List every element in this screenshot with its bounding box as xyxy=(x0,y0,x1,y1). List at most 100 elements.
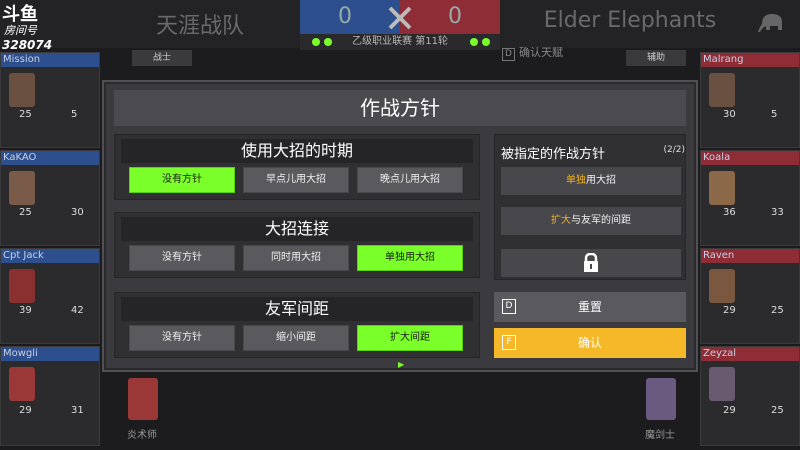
player-stat: 29 xyxy=(723,305,736,316)
player-sprite xyxy=(9,73,35,107)
left-column-header: 战士 xyxy=(132,50,192,66)
douyu-room-id: 328074 xyxy=(2,38,53,52)
player-name: Raven xyxy=(703,250,735,261)
left-team-name: 天涯战队 xyxy=(155,14,244,39)
ready-dot xyxy=(470,38,478,46)
player-stat: 25 xyxy=(771,405,784,416)
player-card[interactable]: Cpt Jack 39 42 xyxy=(0,248,100,344)
player-stat: 5 xyxy=(71,109,78,120)
right-team-name: Elder Elephants xyxy=(543,8,717,33)
ready-dot xyxy=(324,38,332,46)
player-card[interactable]: KaKAO 25 30 xyxy=(0,150,100,246)
group-title: 使用大招的时期 xyxy=(121,139,473,163)
player-stat: 31 xyxy=(71,405,84,416)
key-hint: D xyxy=(502,48,515,61)
assigned-slot[interactable]: 单独用大招 xyxy=(501,167,681,195)
dialog-title: 作战方针 xyxy=(114,90,686,126)
player-card[interactable]: Koala 36 33 xyxy=(700,150,800,246)
option-early-ult[interactable]: 早点儿用大招 xyxy=(243,167,349,193)
player-sprite xyxy=(709,171,735,205)
player-stat: 30 xyxy=(723,109,736,120)
option-separate-ult[interactable]: 单独用大招 xyxy=(357,245,463,271)
player-card[interactable]: Raven 29 25 xyxy=(700,248,800,344)
player-stat: 25 xyxy=(19,207,32,218)
assigned-slot[interactable]: 扩大与友军的间距 xyxy=(501,207,681,235)
option-no-policy[interactable]: 没有方针 xyxy=(129,325,235,351)
option-no-policy[interactable]: 没有方针 xyxy=(129,167,235,193)
assigned-title-label: 被指定的作战方针 xyxy=(501,147,606,162)
player-stat: 39 xyxy=(19,305,32,316)
player-name: Mission xyxy=(3,54,41,65)
option-widen-spacing[interactable]: 扩大间距 xyxy=(357,325,463,351)
ult-timing-group: 使用大招的时期 没有方针 早点儿用大招 晚点儿用大招 xyxy=(114,134,480,200)
reset-label: 重置 xyxy=(577,300,602,314)
group-title: 友军间距 xyxy=(121,297,473,321)
douyu-room-label: 房间号 xyxy=(4,24,37,37)
hero-class-label: 魔剑士 xyxy=(645,430,675,441)
selection-cursor-icon: ▶ xyxy=(398,360,405,369)
scoreboard: 0 0 乙级职业联赛 第11轮 xyxy=(300,0,500,50)
assigned-tactics-title: 被指定的作战方针 (2/2) xyxy=(501,143,685,162)
player-name: Malrang xyxy=(703,54,744,65)
player-sprite xyxy=(9,367,35,401)
player-name: Cpt Jack xyxy=(3,250,44,261)
player-card[interactable]: Mowgli 29 31 xyxy=(0,346,100,446)
top-hud: 天涯战队 Elder Elephants 0 0 乙级职业联赛 第11轮 xyxy=(0,0,800,50)
player-sprite xyxy=(9,269,35,303)
slot-highlight: 扩大 xyxy=(551,215,571,226)
player-stat: 25 xyxy=(19,109,32,120)
right-score: 0 xyxy=(448,4,462,29)
confirm-button[interactable]: F 确认 xyxy=(494,328,686,358)
group-title: 大招连接 xyxy=(121,217,473,241)
hero-sprite xyxy=(646,378,676,420)
player-stat: 33 xyxy=(771,207,784,218)
confirm-talent-hint: D 确认天赋 xyxy=(502,44,563,61)
key-hint: D xyxy=(502,299,516,314)
player-stat: 25 xyxy=(771,305,784,316)
hero-sprite xyxy=(128,378,158,420)
tactics-dialog: 作战方针 使用大招的时期 没有方针 早点儿用大招 晚点儿用大招 大招连接 没有方… xyxy=(104,82,696,370)
slot-text: 与友军的间距 xyxy=(571,215,631,226)
confirm-talent-label: 确认天赋 xyxy=(519,46,563,59)
player-card[interactable]: Mission 25 5 xyxy=(0,52,100,148)
player-stat: 29 xyxy=(723,405,736,416)
ult-chain-group: 大招连接 没有方针 同时用大招 单独用大招 xyxy=(114,212,480,278)
player-name: Zeyzal xyxy=(703,348,737,359)
player-sprite xyxy=(709,269,735,303)
ready-dot xyxy=(312,38,320,46)
option-simultaneous-ult[interactable]: 同时用大招 xyxy=(243,245,349,271)
player-name: Koala xyxy=(703,152,731,163)
player-name: Mowgli xyxy=(3,348,38,359)
player-name: KaKAO xyxy=(3,152,37,163)
player-stat: 42 xyxy=(71,305,84,316)
player-sprite xyxy=(709,367,735,401)
player-card[interactable]: Zeyzal 29 25 xyxy=(700,346,800,446)
assigned-count: (2/2) xyxy=(663,145,685,155)
player-stat: 29 xyxy=(19,405,32,416)
slot-highlight: 单独 xyxy=(566,175,586,186)
crossed-swords-icon xyxy=(388,6,412,30)
option-narrow-spacing[interactable]: 缩小间距 xyxy=(243,325,349,351)
right-column-header: 辅助 xyxy=(626,50,686,66)
option-no-policy[interactable]: 没有方针 xyxy=(129,245,235,271)
locked-slot xyxy=(501,249,681,277)
player-stat: 30 xyxy=(71,207,84,218)
assigned-tactics-panel: 被指定的作战方针 (2/2) 单独用大招 扩大与友军的间距 xyxy=(494,134,686,280)
slot-text: 用大招 xyxy=(586,175,616,186)
elephant-icon xyxy=(758,14,782,32)
key-hint: F xyxy=(502,335,516,350)
reset-button[interactable]: D 重置 xyxy=(494,292,686,322)
player-card[interactable]: Malrang 30 5 xyxy=(700,52,800,148)
lock-icon xyxy=(584,253,598,272)
left-score: 0 xyxy=(338,4,352,29)
confirm-label: 确认 xyxy=(577,336,602,350)
player-stat: 36 xyxy=(723,207,736,218)
player-sprite xyxy=(709,73,735,107)
ready-dot xyxy=(482,38,490,46)
ally-spacing-group: 友军间距 没有方针 缩小间距 扩大间距 xyxy=(114,292,480,358)
player-sprite xyxy=(9,171,35,205)
hero-class-label: 炎术师 xyxy=(127,430,157,441)
player-stat: 5 xyxy=(771,109,778,120)
option-late-ult[interactable]: 晚点儿用大招 xyxy=(357,167,463,193)
douyu-watermark: 斗鱼 房间号 328074 xyxy=(0,0,56,54)
